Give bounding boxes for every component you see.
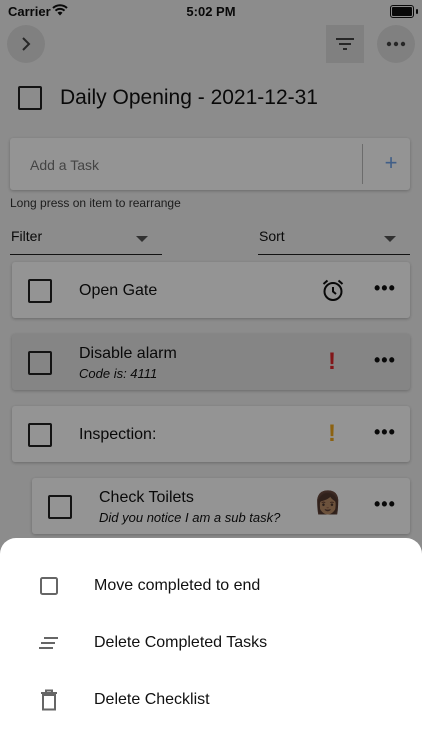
delete-checklist-option[interactable]: Delete Checklist — [0, 672, 422, 728]
clear-lines-icon — [38, 632, 60, 654]
sheet-item-label: Move completed to end — [94, 577, 261, 594]
bottom-sheet: Move completed to end Delete Completed T… — [0, 538, 422, 750]
sheet-item-label: Delete Checklist — [94, 691, 210, 708]
trash-icon — [38, 689, 60, 711]
delete-completed-option[interactable]: Delete Completed Tasks — [0, 615, 422, 671]
sheet-item-label: Delete Completed Tasks — [94, 634, 268, 651]
move-completed-option[interactable]: Move completed to end — [0, 558, 422, 614]
checkbox-icon — [38, 575, 60, 597]
